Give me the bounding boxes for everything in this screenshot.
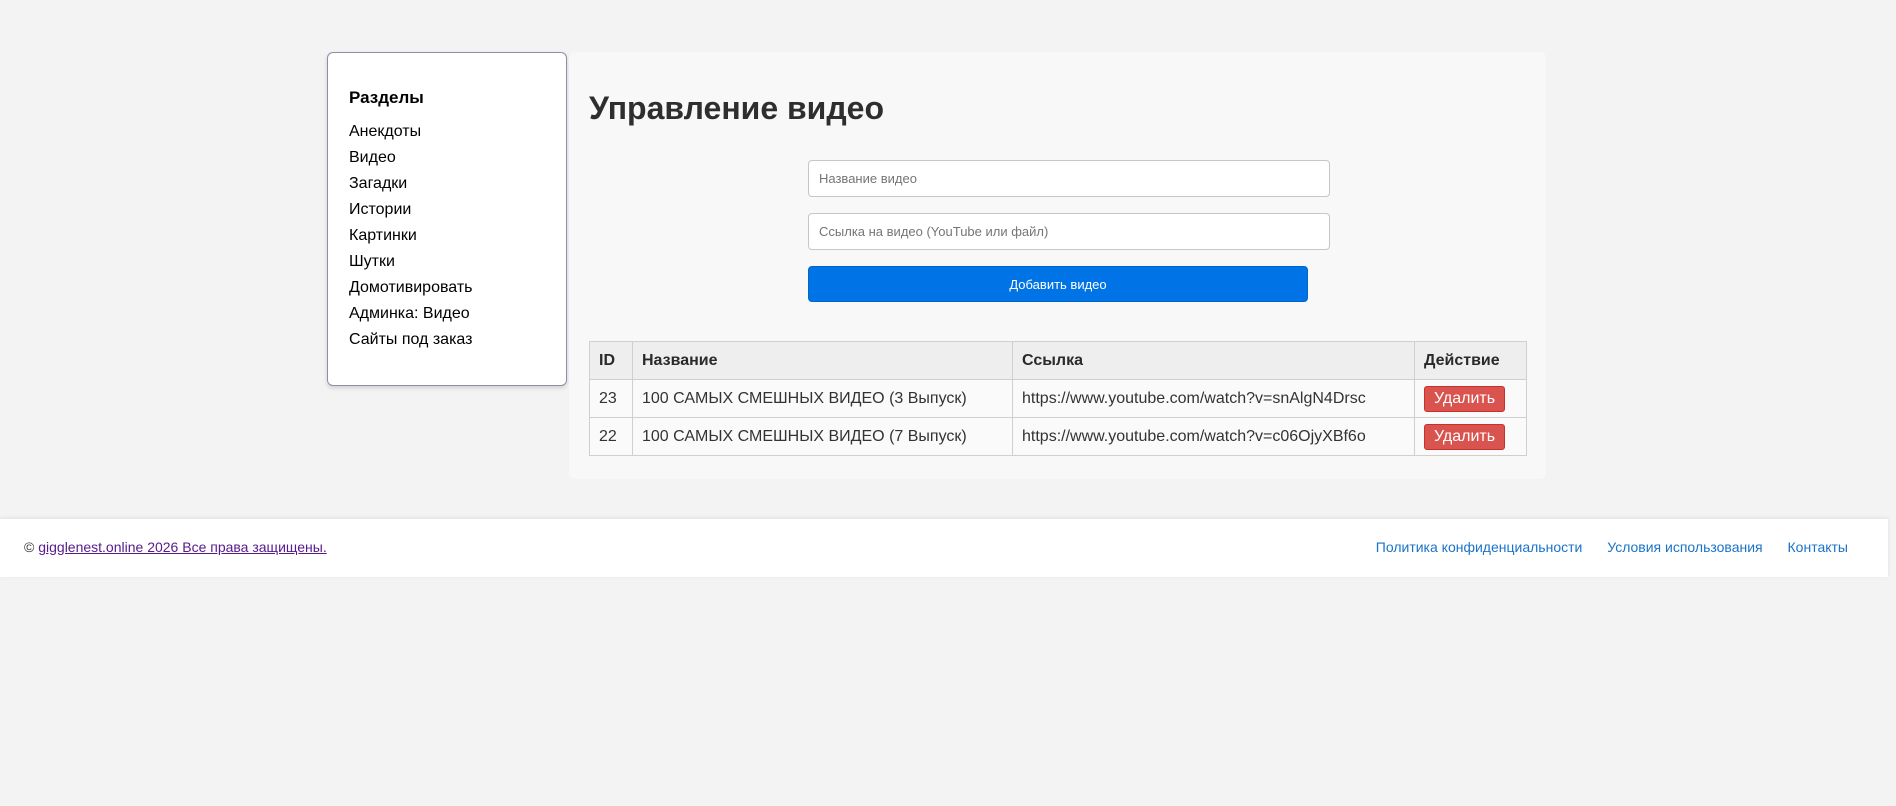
sidebar-item-custom-sites[interactable]: Сайты под заказ [349,327,546,353]
sidebar-title: Разделы [349,88,424,107]
page-title: Управление видео [589,90,884,126]
column-header-name: Название [632,341,1013,380]
terms-of-use-link[interactable]: Условия использования [1607,539,1762,555]
sidebar: Разделы Анекдоты Видео Загадки Истории К… [327,52,567,386]
cell-link: https://www.youtube.com/watch?v=snAlgN4D… [1012,379,1415,418]
column-header-id: ID [589,341,633,380]
delete-button[interactable]: Удалить [1424,423,1506,450]
sidebar-item-domotivirovat[interactable]: Домотивировать [349,275,546,301]
cell-action: Удалить [1414,417,1527,456]
copyright-link[interactable]: gigglenest.online 2026 Все права защищен… [38,539,327,555]
sidebar-item-kartinki[interactable]: Картинки [349,223,546,249]
cell-name: 100 САМЫХ СМЕШНЫХ ВИДЕО (7 Выпуск) [632,417,1013,456]
table-row: 23 100 САМЫХ СМЕШНЫХ ВИДЕО (3 Выпуск) ht… [589,379,1527,418]
delete-button[interactable]: Удалить [1424,385,1506,412]
table-header-row: ID Название Ссылка Действие [589,341,1527,380]
video-name-input[interactable] [808,160,1330,197]
cell-link: https://www.youtube.com/watch?v=c06OjyXB… [1012,417,1415,456]
sidebar-item-zagadki[interactable]: Загадки [349,171,546,197]
sidebar-item-shutki[interactable]: Шутки [349,249,546,275]
column-header-link: Ссылка [1012,341,1415,380]
sidebar-item-istorii[interactable]: Истории [349,197,546,223]
cell-id: 23 [589,379,633,418]
cell-action: Удалить [1414,379,1527,418]
sidebar-menu: Анекдоты Видео Загадки Истории Картинки … [349,119,546,353]
footer: © gigglenest.online 2026 Все права защищ… [0,519,1888,577]
sidebar-item-admin-video[interactable]: Админка: Видео [349,301,546,327]
main-panel: Управление видео Добавить видео ID Назва… [569,52,1546,479]
cell-id: 22 [589,417,633,456]
table-row: 22 100 САМЫХ СМЕШНЫХ ВИДЕО (7 Выпуск) ht… [589,417,1527,456]
copyright-symbol: © [24,539,35,555]
videos-table: ID Название Ссылка Действие 23 100 САМЫХ… [589,341,1527,456]
privacy-policy-link[interactable]: Политика конфиденциальности [1376,539,1583,555]
sidebar-item-anekdoty[interactable]: Анекдоты [349,119,546,145]
video-link-input[interactable] [808,213,1330,250]
contacts-link[interactable]: Контакты [1788,539,1848,555]
sidebar-item-video[interactable]: Видео [349,145,546,171]
column-header-action: Действие [1414,341,1527,380]
copyright: © gigglenest.online 2026 Все права защищ… [24,539,327,555]
footer-links: Политика конфиденциальности Условия испо… [1355,539,1848,555]
add-video-button[interactable]: Добавить видео [808,266,1308,302]
cell-name: 100 САМЫХ СМЕШНЫХ ВИДЕО (3 Выпуск) [632,379,1013,418]
